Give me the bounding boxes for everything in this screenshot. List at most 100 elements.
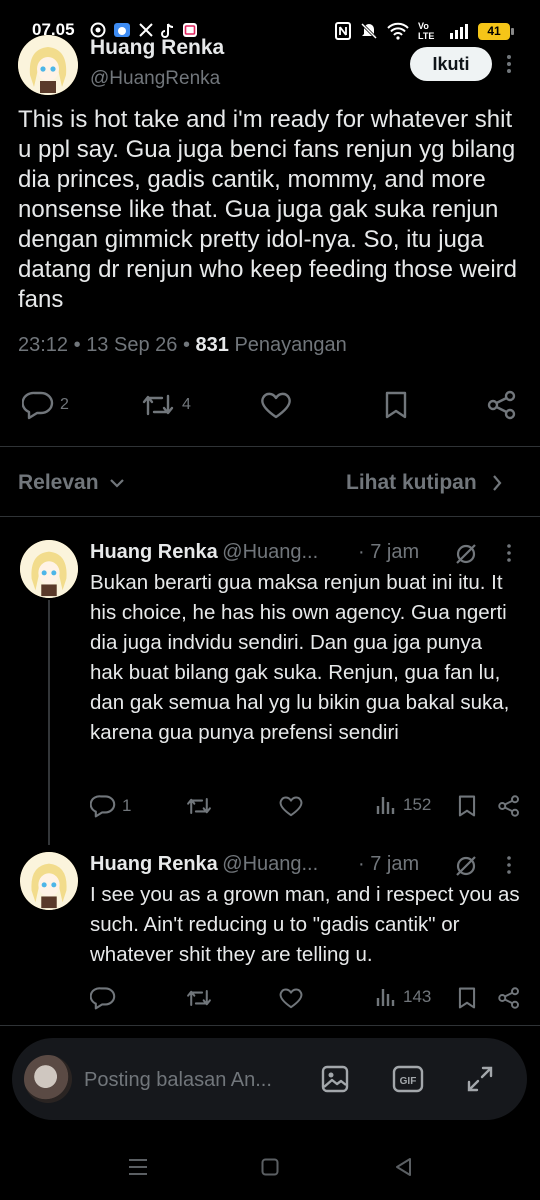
home-icon: [261, 1158, 279, 1176]
reply-time: · 7 jam: [358, 541, 420, 563]
reply-icon: [22, 391, 54, 420]
tweet-meta: 23:12 • 13 Sep 26 • 831 Penayangan: [18, 334, 347, 357]
view-quotes-label: Lihat kutipan: [346, 471, 477, 494]
reply-share-button[interactable]: [497, 794, 521, 818]
reply-author-handle[interactable]: @Huang...: [222, 853, 318, 875]
author-name[interactable]: Huang Renka: [90, 36, 224, 60]
gif-icon: GIF: [392, 1065, 424, 1093]
reply-retweet-button[interactable]: [185, 986, 213, 1010]
divider: [0, 516, 540, 517]
reply-reply-button[interactable]: 1: [90, 794, 131, 818]
reply-views-count: 143: [403, 987, 432, 1006]
divider: [0, 1025, 540, 1026]
tweet-text: This is hot take and i'm ready for whate…: [18, 106, 518, 313]
bookmark-button[interactable]: [382, 390, 410, 420]
like-button[interactable]: [259, 390, 293, 420]
avatar-illustration: [18, 35, 78, 95]
tweet-date: 13 Sep 26: [86, 334, 178, 356]
share-button[interactable]: [486, 390, 518, 420]
tweet-actions: 2 4: [0, 385, 540, 427]
tweet-time: 23:12: [18, 334, 69, 356]
bookmark-icon: [385, 391, 407, 419]
like-icon: [279, 796, 303, 817]
follow-button[interactable]: Ikuti: [410, 47, 492, 81]
reply-like-button[interactable]: [278, 794, 304, 818]
views-icon: [376, 989, 395, 1006]
reply-views-button[interactable]: 143: [375, 986, 431, 1008]
battery-indicator: 41: [478, 22, 514, 40]
reply-bookmark-button[interactable]: [456, 986, 478, 1010]
view-quotes-link[interactable]: Lihat kutipan: [346, 471, 503, 495]
signal-icon: [450, 24, 468, 39]
volte-label: Vo LTE: [418, 21, 435, 41]
reply-count: 2: [60, 396, 69, 413]
reply-text: Bukan berarti gua maksa renjun buat ini …: [90, 571, 510, 744]
reply-reply-button[interactable]: [90, 986, 122, 1010]
reply-more-icon[interactable]: [504, 543, 514, 563]
views-count: 831: [195, 334, 229, 356]
share-icon: [498, 987, 519, 1009]
grok-icon[interactable]: [454, 854, 478, 878]
system-nav-bar: [0, 1140, 540, 1200]
svg-text:GIF: GIF: [400, 1076, 417, 1087]
reply-avatar[interactable]: [20, 540, 78, 598]
bookmark-icon: [458, 987, 476, 1009]
reply-text: I see you as a grown man, and i respect …: [90, 883, 520, 966]
reply-views-count: 152: [403, 795, 432, 814]
expand-button[interactable]: [465, 1064, 495, 1094]
image-icon: [321, 1065, 349, 1093]
reply-icon: [90, 987, 116, 1010]
composer-avatar: [24, 1055, 72, 1103]
retweet-button[interactable]: 4: [140, 390, 191, 420]
menu-icon: [129, 1159, 147, 1175]
expand-icon: [467, 1066, 493, 1092]
recents-button[interactable]: [128, 1158, 148, 1176]
share-icon: [498, 795, 519, 817]
avatar-illustration: [20, 852, 78, 910]
gif-button[interactable]: GIF: [392, 1064, 424, 1094]
grok-icon[interactable]: [454, 542, 478, 566]
retweet-icon: [142, 394, 174, 416]
reply-input[interactable]: [84, 1062, 304, 1098]
reply-header: Huang Renka @Huang...: [90, 853, 318, 876]
retweet-icon: [187, 797, 211, 815]
home-button[interactable]: [261, 1158, 279, 1176]
reply-reply-count: 1: [122, 796, 132, 815]
reply-retweet-button[interactable]: [185, 794, 213, 818]
reply-share-button[interactable]: [497, 986, 521, 1010]
reply-author-name[interactable]: Huang Renka: [90, 853, 218, 875]
sort-relevance-label: Relevan: [18, 471, 99, 494]
reply-bookmark-button[interactable]: [456, 794, 478, 818]
divider: [0, 446, 540, 447]
views-label[interactable]: Penayangan: [234, 334, 346, 356]
meta-separator: •: [182, 334, 196, 356]
chevron-down-icon: [109, 479, 124, 488]
author-handle[interactable]: @HuangRenka: [90, 68, 220, 90]
reply-button[interactable]: 2: [22, 390, 69, 420]
reply-views-button[interactable]: 152: [375, 794, 431, 816]
retweet-count: 4: [182, 396, 191, 413]
chevron-right-icon: [492, 475, 502, 491]
reply-author-name[interactable]: Huang Renka: [90, 541, 218, 563]
reply-avatar[interactable]: [20, 852, 78, 910]
reply-like-button[interactable]: [278, 986, 304, 1010]
bookmark-icon: [458, 795, 476, 817]
reply-header: Huang Renka @Huang...: [90, 541, 318, 564]
wifi-icon: [387, 22, 409, 40]
mute-icon: [360, 22, 378, 40]
retweet-icon: [187, 989, 211, 1007]
like-icon: [279, 988, 303, 1009]
back-button[interactable]: [394, 1157, 412, 1177]
like-icon: [261, 392, 291, 419]
sort-relevance-dropdown[interactable]: Relevan: [18, 471, 125, 495]
share-icon: [487, 390, 516, 420]
thread-connector-line: [48, 600, 50, 845]
more-options-icon[interactable]: [503, 53, 515, 75]
back-icon: [396, 1158, 411, 1176]
reply-more-icon[interactable]: [504, 855, 514, 875]
reply-author-handle[interactable]: @Huang...: [222, 541, 318, 563]
author-avatar[interactable]: [18, 35, 78, 95]
reply-time: · 7 jam: [358, 853, 420, 875]
nfc-icon: [335, 22, 351, 40]
image-button[interactable]: [320, 1064, 350, 1094]
